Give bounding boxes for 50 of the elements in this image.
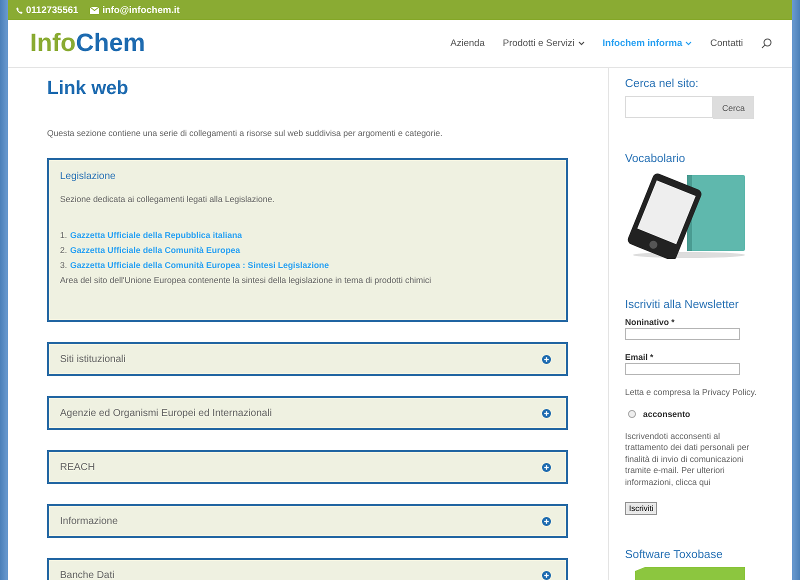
accordion-title: Agenzie ed Organismi Europei ed Internazionali xyxy=(60,408,272,418)
expand-plus-icon[interactable] xyxy=(542,462,551,472)
widget-title: Vocabolario xyxy=(625,153,686,165)
search-icon[interactable] xyxy=(761,38,772,49)
accordion-title: Informazione xyxy=(60,516,118,526)
widget-title: Software Toxobase xyxy=(625,549,724,561)
accordion-panel[interactable]: Siti istituzionali xyxy=(47,342,568,376)
email-field[interactable] xyxy=(625,363,740,375)
consent-info: Iscrivendoti acconsenti al trattamento dei dati personali per finalità di invio di comunicazioni tramite e-mail. Per ulteriori informazioni, clicca qui xyxy=(625,430,750,488)
phone-number: 0112735561 xyxy=(16,4,78,16)
phone-icon xyxy=(16,6,23,14)
expand-plus-icon[interactable] xyxy=(542,570,551,580)
accordion-title: Banche Dati xyxy=(60,570,114,580)
list-number: 1. xyxy=(60,229,68,242)
section-description: Sezione dedicata ai collegamenti legati alla Legislazione. xyxy=(60,194,276,204)
widget-title: Iscriviti alla Newsletter xyxy=(625,299,740,311)
caret-icon xyxy=(578,41,585,46)
privacy-text: Letta e compresa la Privacy Policy. xyxy=(625,387,758,398)
field-label: Email * xyxy=(625,352,654,362)
accordion-panel[interactable]: REACH xyxy=(47,450,568,484)
expand-plus-icon[interactable] xyxy=(542,516,551,526)
search-button[interactable]: Cerca xyxy=(713,96,754,119)
consent-radio[interactable] xyxy=(628,410,636,418)
search-field[interactable] xyxy=(625,96,713,118)
email-address[interactable]: info@infochem.it xyxy=(90,4,180,16)
accordion-panel[interactable]: Agenzie ed Organismi Europei ed Internazionali xyxy=(47,396,568,430)
nav-link[interactable]: Contatti xyxy=(710,38,743,49)
subscribe-button[interactable]: Iscriviti xyxy=(625,502,658,515)
envelope-icon xyxy=(90,6,100,14)
field-label: Noninativo * xyxy=(625,317,676,327)
expand-plus-icon[interactable] xyxy=(542,408,551,418)
accordion-title: Siti istituzionali xyxy=(60,354,126,364)
list-number: 3. xyxy=(60,259,68,272)
consent-label: acconsento xyxy=(643,408,690,418)
intro-text: Questa sezione contiene una serie di collegamenti a risorse sul web suddivisa per argomenti e categorie. xyxy=(47,128,444,138)
accordion-panel[interactable]: Banche Dati xyxy=(47,558,568,580)
page-title: Link web xyxy=(47,78,130,101)
nav-link[interactable]: Prodotti e Servizi xyxy=(502,38,585,49)
widget-title: Cerca nel sito: xyxy=(625,78,700,90)
nav-link[interactable]: Infochem informa xyxy=(602,38,692,49)
nav-link[interactable]: Azienda xyxy=(450,38,485,49)
name-field[interactable] xyxy=(625,328,740,340)
link-note: Area del sito dell'Unione Europea contenente la sintesi della legislazione in tema di prodotti chimici xyxy=(60,274,432,287)
site-logo[interactable]: InfoChem xyxy=(30,29,146,58)
accordion-title: Legislazione xyxy=(60,171,116,182)
caret-icon xyxy=(685,41,692,46)
accordion-title: REACH xyxy=(60,462,96,472)
expand-plus-icon[interactable] xyxy=(542,354,551,364)
accordion-panel[interactable]: Informazione xyxy=(47,504,568,538)
list-number: 2. xyxy=(60,244,68,257)
